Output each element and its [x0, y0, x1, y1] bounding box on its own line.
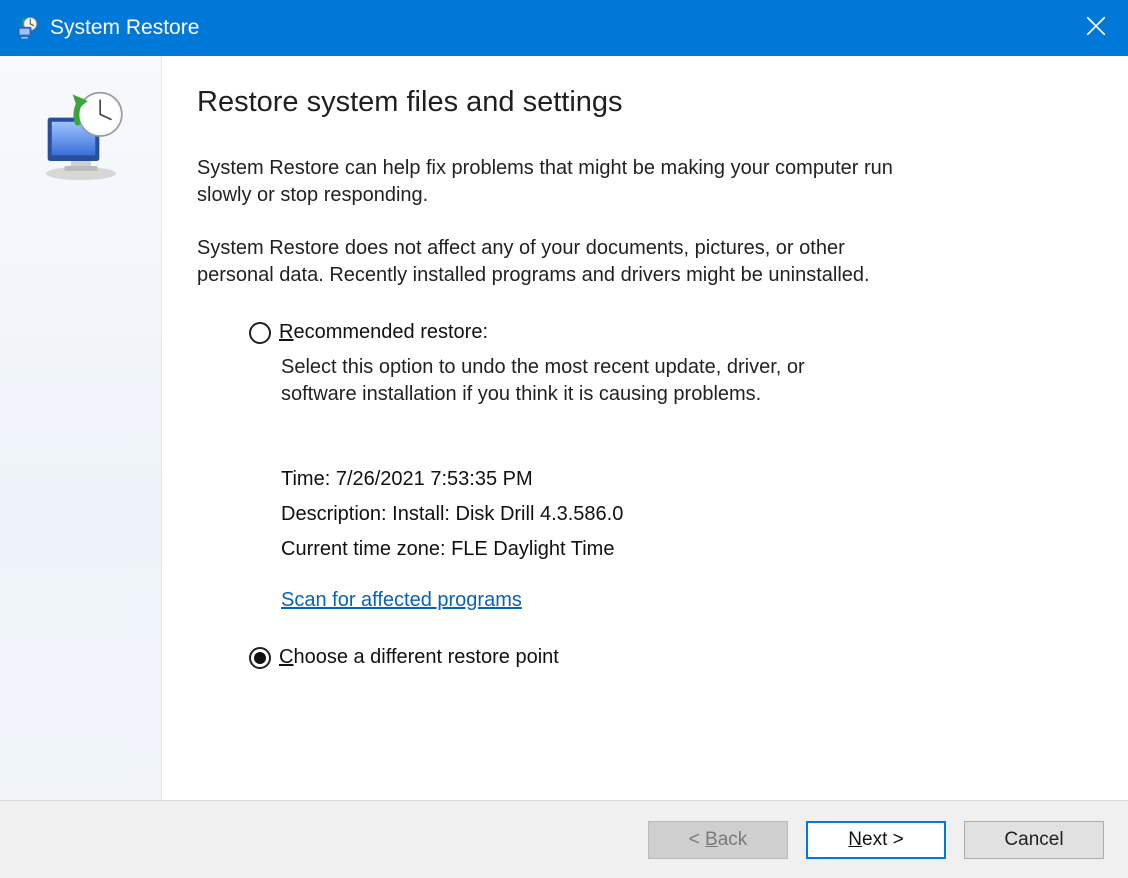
- page-heading: Restore system files and settings: [197, 86, 1073, 119]
- sidebar-pane: [0, 56, 162, 800]
- content-pane: Restore system files and settings System…: [162, 56, 1128, 800]
- cancel-button[interactable]: Cancel: [964, 821, 1104, 859]
- recommended-restore-label: Recommended restore:: [279, 321, 488, 344]
- intro-paragraph-2: System Restore does not affect any of yo…: [197, 235, 917, 289]
- recommended-restore-option[interactable]: Recommended restore:: [249, 321, 1073, 344]
- recommended-restore-description: Select this option to undo the most rece…: [249, 354, 849, 408]
- restore-point-details: Time: 7/26/2021 7:53:35 PM Description: …: [249, 468, 1073, 561]
- scan-affected-programs-link[interactable]: Scan for affected programs: [281, 589, 522, 612]
- wizard-footer: < Back Next > Cancel: [0, 800, 1128, 878]
- close-icon: [1086, 16, 1106, 41]
- close-button[interactable]: [1064, 0, 1128, 56]
- radio-icon: [249, 647, 271, 669]
- choose-different-point-label: Choose a different restore point: [279, 646, 559, 669]
- radio-icon: [249, 322, 271, 344]
- choose-different-point-option[interactable]: Choose a different restore point: [249, 646, 1073, 669]
- restore-watermark-icon: [31, 86, 131, 191]
- intro-paragraph-1: System Restore can help fix problems tha…: [197, 155, 917, 209]
- system-restore-icon: [14, 15, 40, 41]
- detail-description: Description: Install: Disk Drill 4.3.586…: [281, 503, 1073, 526]
- detail-time: Time: 7/26/2021 7:53:35 PM: [281, 468, 1073, 491]
- titlebar: System Restore: [0, 0, 1128, 56]
- options-block: Recommended restore: Select this option …: [197, 315, 1073, 669]
- wizard-body: Restore system files and settings System…: [0, 56, 1128, 800]
- detail-timezone: Current time zone: FLE Daylight Time: [281, 538, 1073, 561]
- back-button: < Back: [648, 821, 788, 859]
- window-title: System Restore: [50, 16, 199, 40]
- next-button[interactable]: Next >: [806, 821, 946, 859]
